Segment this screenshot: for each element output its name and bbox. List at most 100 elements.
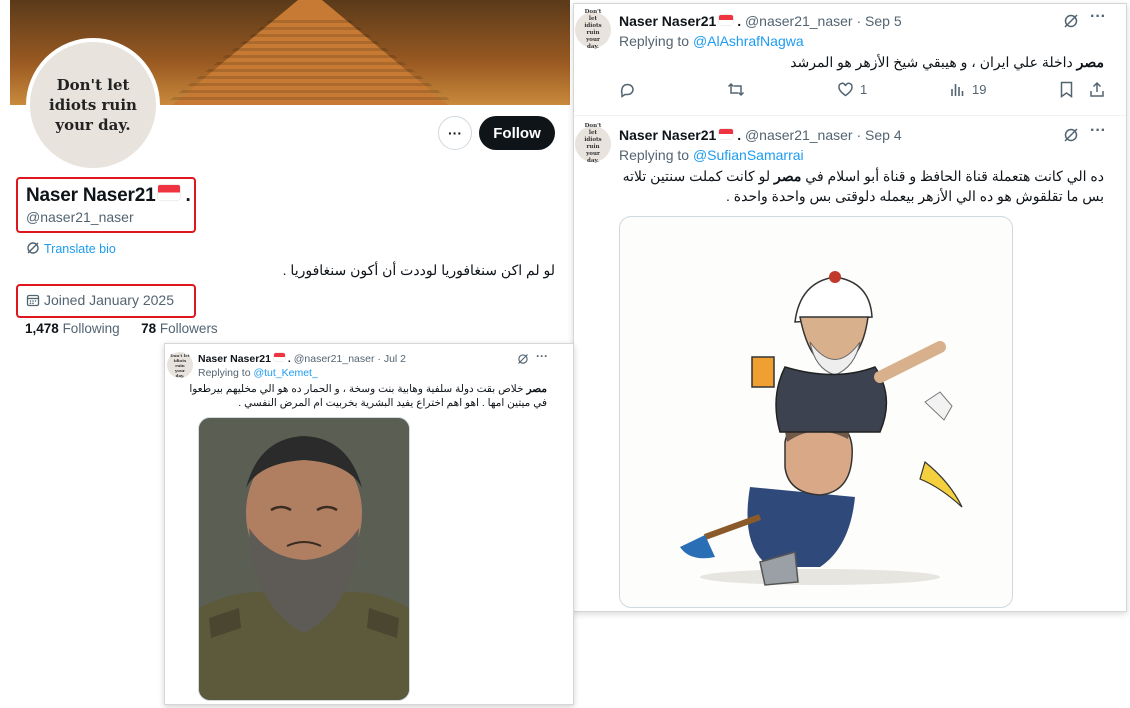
profile-handle: @naser21_naser: [26, 209, 134, 225]
more-options-button[interactable]: ···: [438, 116, 472, 150]
tweet-media-cartoon[interactable]: [619, 216, 1013, 608]
tweet-avatar[interactable]: Don't let idiots ruin your day.: [167, 352, 193, 378]
replying-to: Replying to @AlAshrafNagwa: [619, 33, 804, 49]
avatar-text: Don't let idiots ruin your day.: [49, 76, 137, 134]
tweet-text-body: داخلة علي ايران ، و هيبقي شيخ الأزهر هو …: [790, 54, 1073, 70]
tweet-avatar[interactable]: Don't let idiots ruin your day.: [575, 123, 611, 164]
tweet-divider: [574, 115, 1126, 116]
suit-body: [747, 487, 855, 567]
author-name[interactable]: Naser Naser21: [198, 353, 271, 365]
follow-stats: 1,478 Following 78 Followers: [25, 321, 218, 336]
replying-prefix: Replying to: [619, 147, 690, 163]
share-icon: [1090, 81, 1104, 97]
profile-header: Don't let idiots ruin your day. ··· Foll…: [10, 0, 570, 345]
joined-text: Joined January 2025: [44, 292, 174, 308]
bookmark-icon: [1060, 81, 1073, 98]
display-name: Naser Naser21 .: [26, 185, 191, 207]
tweet-text-line-2: بس ما تقلقوش هو ده الي الأزهر بيعمله دلو…: [726, 188, 1104, 204]
singapore-flag-icon: [719, 129, 734, 140]
calendar-icon: [26, 294, 40, 307]
author-suffix: .: [737, 13, 742, 29]
follow-button[interactable]: Follow: [479, 116, 555, 150]
cartoon-illustration: [680, 271, 963, 586]
robe: [775, 366, 888, 433]
joined-date: Joined January 2025: [26, 292, 174, 308]
more-options-icon[interactable]: ···: [536, 349, 548, 363]
tweet-date[interactable]: Sep 5: [865, 13, 902, 29]
reply-button[interactable]: [619, 81, 636, 98]
tweet-screenshot-right: Don't let idiots ruin your day. Naser Na…: [573, 3, 1127, 612]
author-suffix: .: [737, 127, 742, 143]
broom: [680, 535, 715, 559]
retweet-button[interactable]: [727, 81, 745, 98]
translate-icon: [27, 242, 39, 254]
replying-prefix: Replying to: [198, 367, 251, 379]
followers-count: 78: [141, 321, 157, 336]
author-name[interactable]: Naser Naser21: [619, 13, 716, 29]
translate-bio-link[interactable]: Translate bio: [26, 241, 116, 256]
translate-bio-label: Translate bio: [44, 242, 116, 256]
tweet-text: مصر داخلة علي ايران ، و هيبقي شيخ الأزهر…: [790, 54, 1104, 71]
tweet-date[interactable]: Jul 2: [384, 353, 406, 365]
author-name[interactable]: Naser Naser21: [619, 127, 716, 143]
tweet-header: Naser Naser21 . @naser21_naser · Sep 4: [619, 127, 902, 143]
tweet-actions: 1 19: [619, 81, 1109, 103]
like-button[interactable]: 1: [837, 81, 867, 98]
replying-to-link[interactable]: @tut_Kemet_: [253, 367, 317, 379]
grok-icon[interactable]: [1063, 127, 1079, 143]
tweet-header: Naser Naser21 . @naser21_naser · Jul 2: [198, 353, 406, 365]
retweet-icon: [727, 82, 745, 97]
grok-icon[interactable]: [517, 353, 529, 365]
display-name-text: Naser Naser21: [26, 185, 156, 206]
more-options-icon[interactable]: ···: [1090, 122, 1106, 140]
tweet-avatar[interactable]: Don't let idiots ruin your day.: [575, 9, 611, 50]
view-count: 19: [972, 82, 987, 97]
tweet-text-bold: مصر: [526, 383, 547, 395]
bookmark-button[interactable]: [1059, 81, 1074, 98]
tweet-text-segment: لو كانت كملت سنتين تلاته: [622, 168, 771, 184]
tweet-text-segment: ده الي كانت هتعملة قناة الحافظ و قناة أب…: [805, 168, 1104, 184]
heart-icon: [838, 82, 853, 97]
tweet-text-bold: مصر: [774, 168, 802, 184]
author-suffix: .: [287, 353, 291, 365]
avatar-text: Don't let idiots ruin your day.: [584, 123, 602, 164]
turban: [794, 276, 873, 323]
more-icon: ···: [448, 125, 462, 141]
following-link[interactable]: 1,478 Following: [25, 321, 120, 336]
replying-prefix: Replying to: [619, 33, 690, 49]
views-icon: [951, 84, 964, 96]
like-count: 1: [860, 82, 868, 97]
tweet-date[interactable]: Sep 4: [865, 127, 902, 143]
banana-peel: [919, 460, 963, 508]
tweet-header: Naser Naser21 . @naser21_naser · Sep 5: [619, 13, 902, 29]
profile-bio: لو لم اكن سنغافوريا لوددت أن أكون سنغافو…: [282, 262, 555, 278]
avatar-text: Don't let idiots ruin your day.: [584, 9, 602, 50]
tweet-text-bold: مصر: [1076, 54, 1104, 70]
tweet-text-segment: خلاص بقت دولة سلفية وهابية بنت وسخة ، و …: [189, 383, 524, 395]
replying-to: Replying to @tut_Kemet_: [198, 367, 318, 379]
profile-avatar[interactable]: Don't let idiots ruin your day.: [26, 38, 160, 172]
portrait-photo: [199, 418, 409, 700]
following-count: 1,478: [25, 321, 59, 336]
followers-link[interactable]: 78 Followers: [141, 321, 218, 336]
singapore-flag-icon: [158, 185, 181, 201]
replying-to: Replying to @SufianSamarrai: [619, 147, 804, 163]
replying-to-link[interactable]: @AlAshrafNagwa: [693, 33, 804, 49]
more-options-icon[interactable]: ···: [1090, 8, 1106, 26]
tweet-text-line-2: في ميتين امها . اهو اهم اختراع يفيد البش…: [238, 397, 547, 409]
following-label: Following: [62, 321, 120, 336]
display-name-suffix: .: [185, 185, 191, 206]
tweet-media-photo[interactable]: [198, 417, 410, 701]
avatar-text: Don't let idiots ruin your day.: [170, 352, 190, 378]
author-handle[interactable]: @naser21_naser: [745, 127, 853, 143]
share-button[interactable]: [1089, 81, 1105, 98]
grok-icon[interactable]: [1063, 13, 1079, 29]
juice-box: [751, 356, 775, 388]
author-handle[interactable]: @naser21_naser: [294, 353, 375, 365]
singapore-flag-icon: [719, 15, 734, 26]
tweet-text-line-1: ده الي كانت هتعملة قناة الحافظ و قناة أب…: [623, 168, 1104, 185]
replying-to-link[interactable]: @SufianSamarrai: [693, 147, 804, 163]
tweet-text-line-1: مصر خلاص بقت دولة سلفية وهابية بنت وسخة …: [189, 383, 547, 395]
author-handle[interactable]: @naser21_naser: [745, 13, 853, 29]
views-button[interactable]: 19: [949, 81, 986, 98]
